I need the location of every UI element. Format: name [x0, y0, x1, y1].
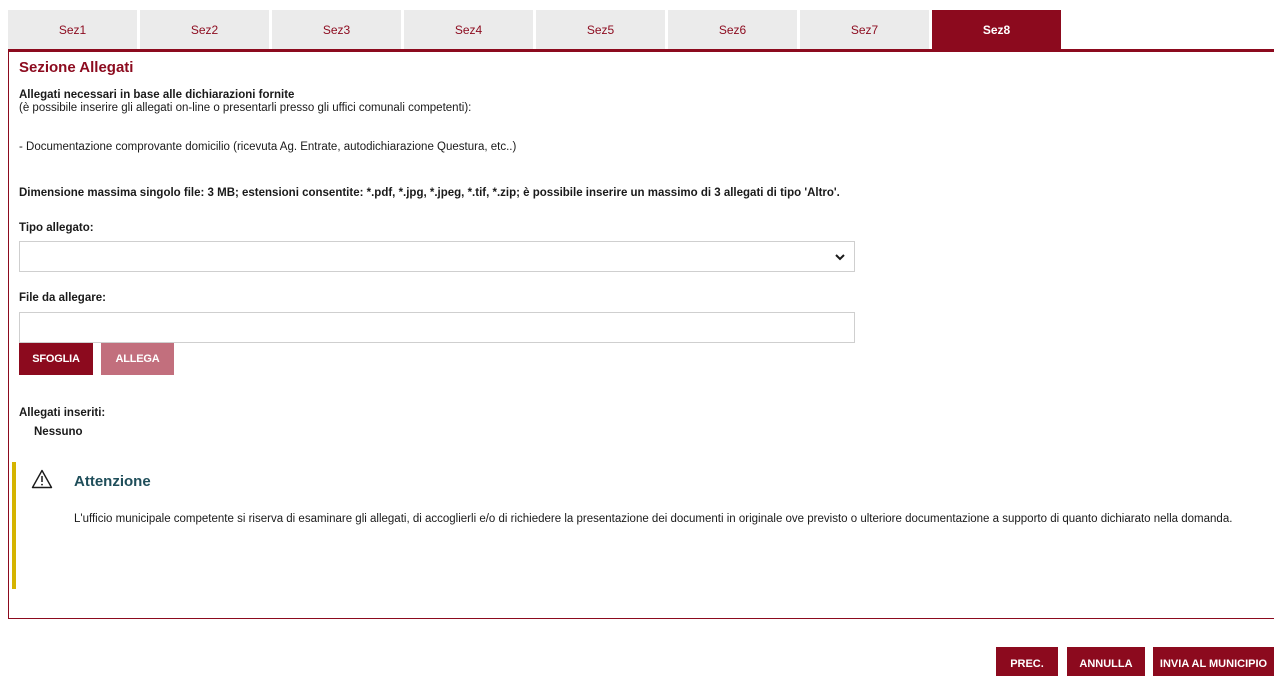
- submit-to-municipality-button[interactable]: INVIA AL MUNICIPIO: [1153, 647, 1274, 676]
- required-attachment-item: - Documentazione comprovante domicilio (…: [19, 141, 517, 153]
- tab-sez1[interactable]: Sez1: [8, 10, 137, 50]
- notice-accent-bar: [12, 462, 16, 589]
- file-limits-text: Dimensione massima singolo file: 3 MB; e…: [19, 187, 840, 199]
- notice-title: Attenzione: [74, 473, 151, 490]
- section-panel: Sezione Allegati Allegati necessari in b…: [8, 52, 1274, 619]
- tab-sez6[interactable]: Sez6: [668, 10, 797, 50]
- tab-sez2[interactable]: Sez2: [140, 10, 269, 50]
- section-tabs: Sez1 Sez2 Sez3 Sez4 Sez5 Sez6 Sez7 Sez8: [8, 10, 1061, 50]
- tab-sez8[interactable]: Sez8: [932, 10, 1061, 50]
- attached-files-label: Allegati inseriti:: [19, 407, 106, 419]
- attached-files-value: Nessuno: [34, 426, 83, 438]
- file-to-attach-label: File da allegare:: [19, 292, 106, 304]
- attachment-type-label: Tipo allegato:: [19, 222, 94, 234]
- tab-sez7[interactable]: Sez7: [800, 10, 929, 50]
- required-attachments-heading: Allegati necessari in base alle dichiara…: [19, 89, 295, 101]
- tab-sez3[interactable]: Sez3: [272, 10, 401, 50]
- attachment-type-select[interactable]: [19, 241, 855, 272]
- file-path-field[interactable]: [19, 312, 855, 343]
- chevron-down-icon: [835, 254, 845, 261]
- tab-sez4[interactable]: Sez4: [404, 10, 533, 50]
- attention-notice: Attenzione L'ufficio municipale competen…: [12, 462, 1274, 589]
- section-title: Sezione Allegati: [19, 59, 134, 76]
- browse-button[interactable]: SFOGLIA: [19, 343, 93, 375]
- cancel-button[interactable]: ANNULLA: [1067, 647, 1145, 676]
- attach-button[interactable]: ALLEGA: [101, 343, 174, 375]
- notice-body: L'ufficio municipale competente si riser…: [74, 513, 1233, 525]
- required-attachments-note: (è possibile inserire gli allegati on-li…: [19, 102, 472, 114]
- tab-sez5[interactable]: Sez5: [536, 10, 665, 50]
- prev-button[interactable]: PREC.: [996, 647, 1058, 676]
- warning-icon: [31, 469, 53, 489]
